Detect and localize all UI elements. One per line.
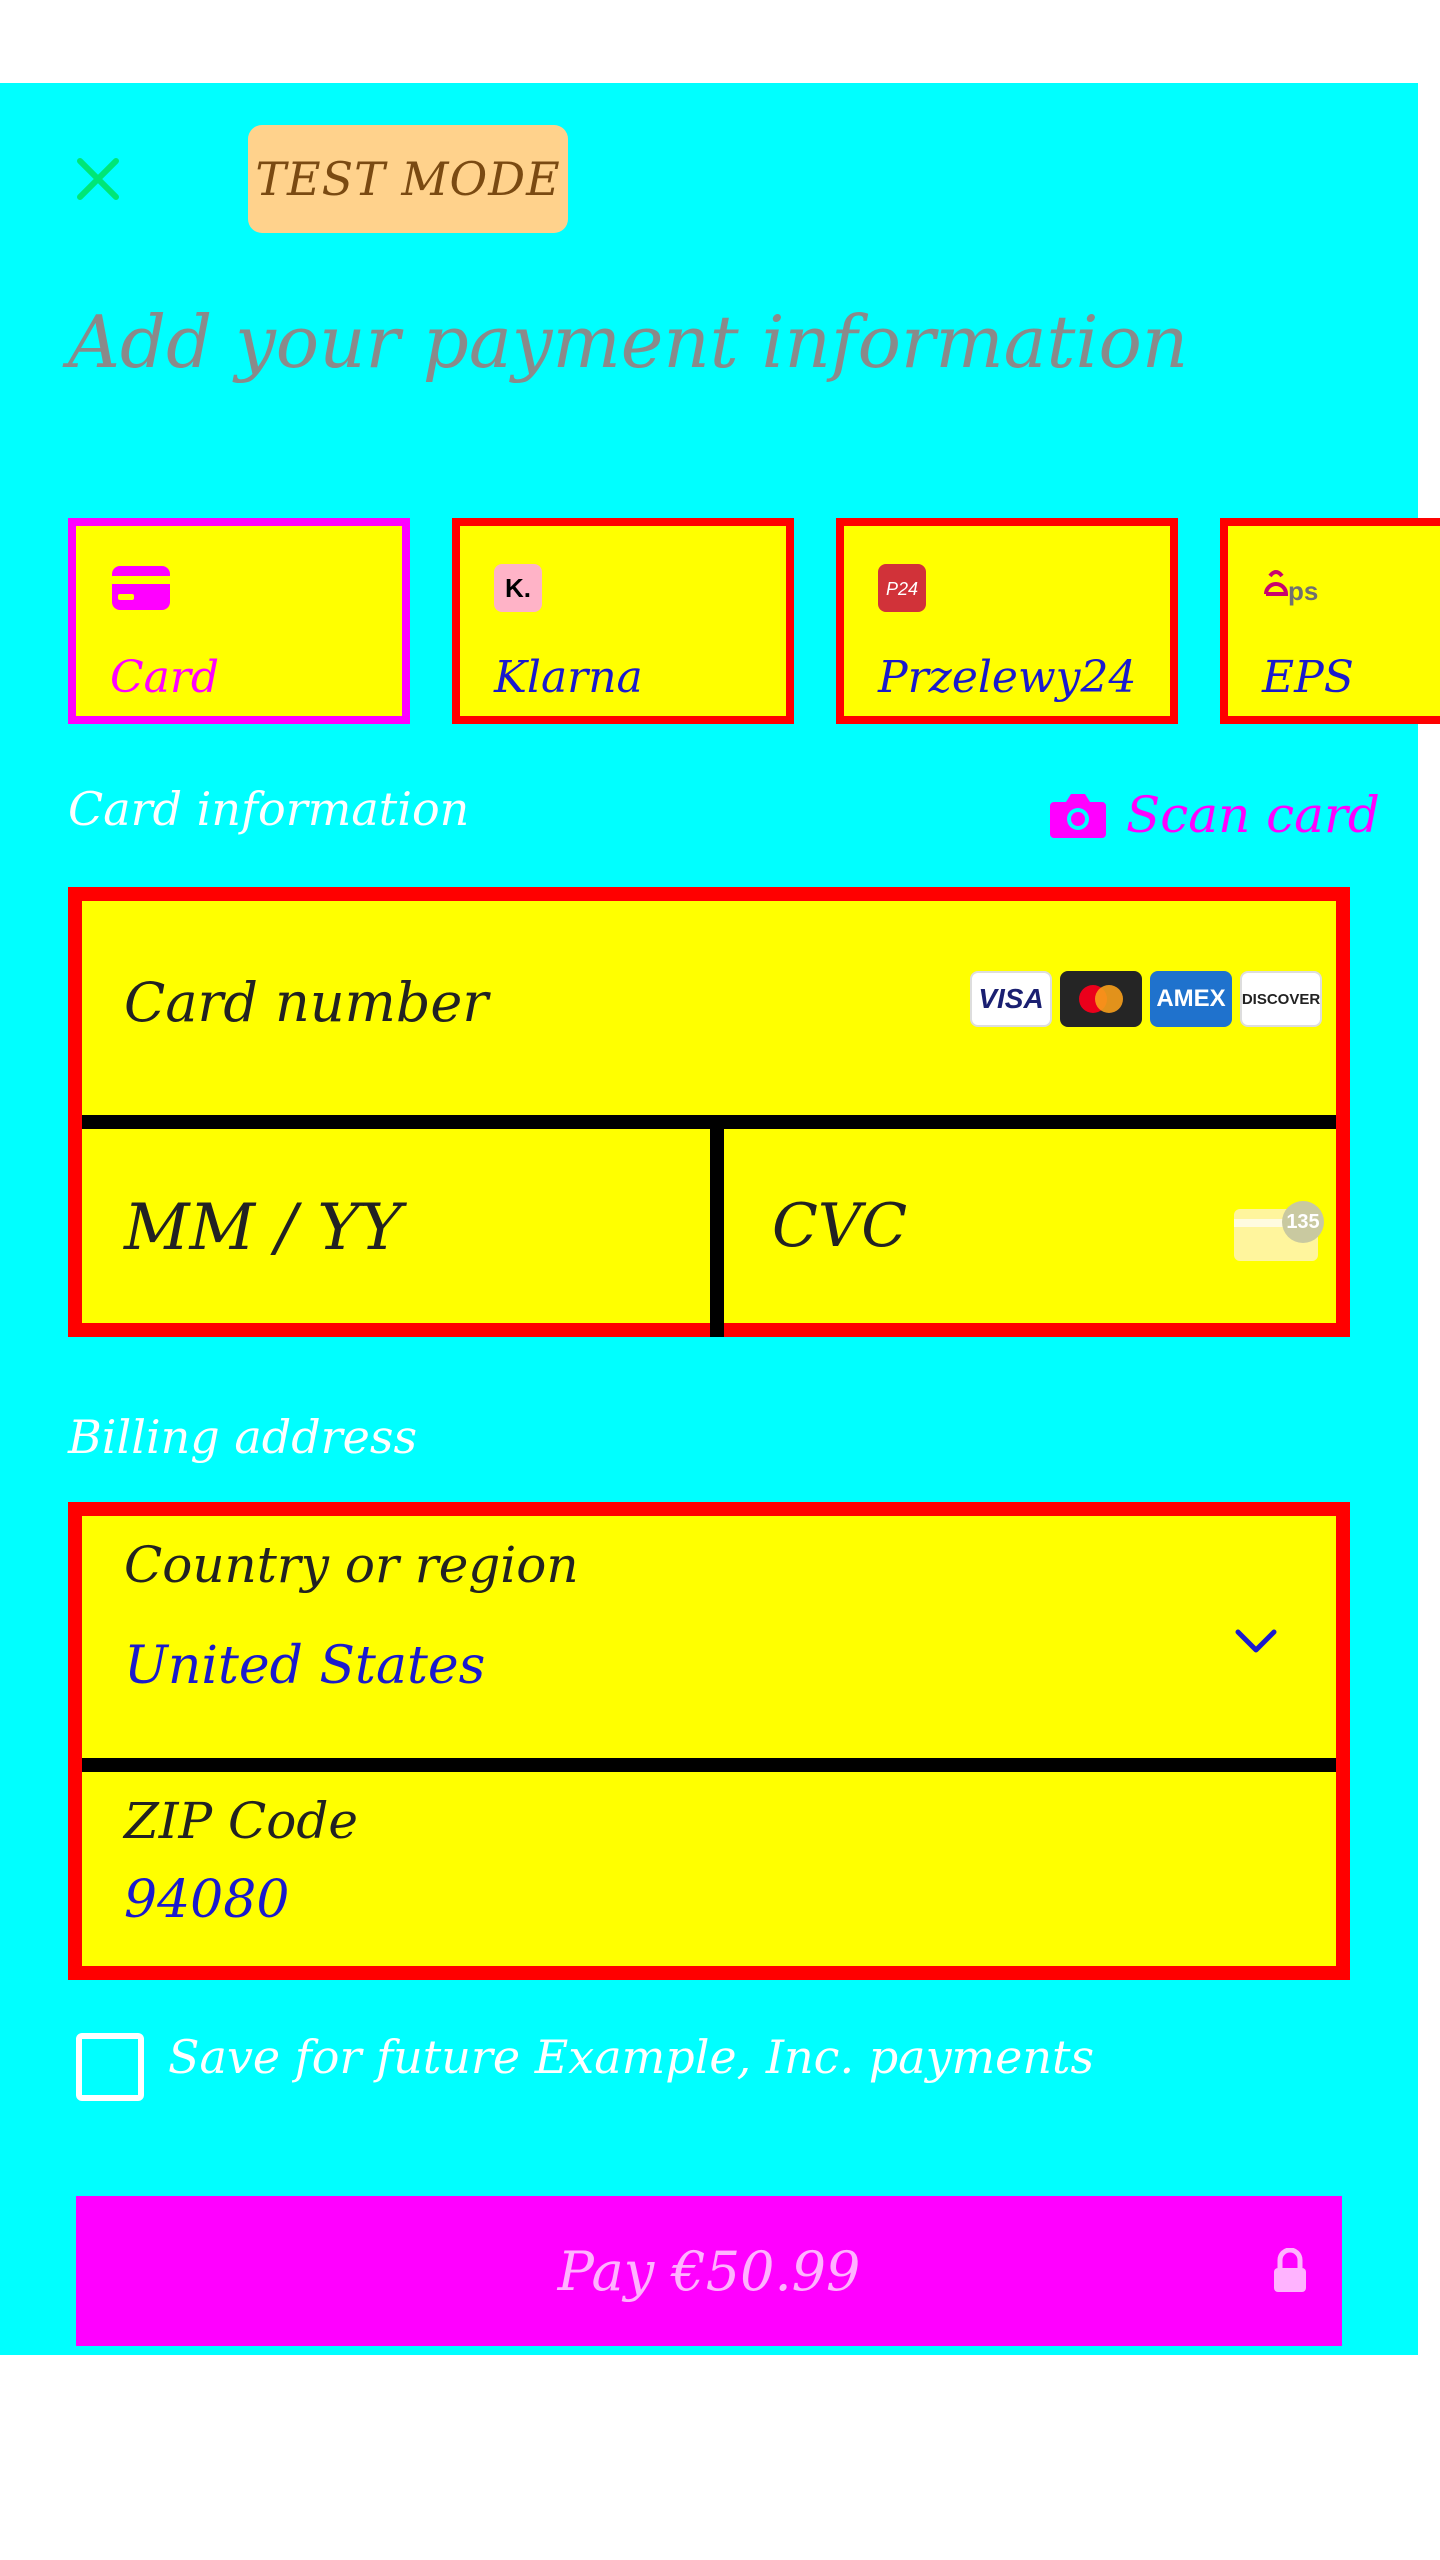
card-number-input[interactable]: Card number [124,971,824,1034]
close-button[interactable] [74,155,122,203]
save-payment-label: Save for future Example, Inc. payments [168,2030,1095,2084]
divider [82,1115,1336,1129]
discover-icon: DISCOVER [1240,971,1322,1027]
chevron-down-icon [1235,1629,1277,1653]
page-title: Add your payment information [68,300,1189,384]
klarna-logo: K. [494,564,542,612]
lock-icon [1274,2248,1306,2292]
cvc-card-icon: 135 [1234,1201,1330,1261]
billing-address-group: Country or region United States ZIP Code… [68,1502,1350,1980]
country-label: Country or region [124,1536,579,1594]
svg-text:ps: ps [1288,576,1318,606]
divider [710,1115,724,1337]
expiry-input[interactable]: MM / YY [124,1191,684,1265]
mastercard-icon [1060,971,1142,1027]
eps-logo: ps [1264,570,1318,606]
svg-text:P24: P24 [886,579,918,599]
country-value: United States [124,1636,486,1696]
tab-eps[interactable]: ps EPS [1220,518,1440,724]
svg-text:K.: K. [505,573,531,603]
credit-card-icon [112,566,170,610]
tab-eps-label: EPS [1262,652,1354,703]
zip-code-value: 94080 [124,1870,290,1930]
test-mode-badge: TEST MODE [248,125,568,233]
card-details-group: Card number VISA AMEX DISCOVER MM / YY C… [68,887,1350,1337]
scan-card-label: Scan card [1126,786,1380,844]
scan-card-button[interactable]: Scan card [1050,780,1380,850]
tab-klarna[interactable]: K. Klarna [452,518,794,724]
zip-code-field[interactable]: ZIP Code 94080 [82,1772,1336,1966]
camera-icon [1050,794,1106,838]
tab-card[interactable]: Card [68,518,410,724]
billing-address-label: Billing address [68,1410,418,1464]
tab-przelewy24[interactable]: P24 Przelewy24 [836,518,1178,724]
card-information-label: Card information [68,782,470,836]
divider [82,1758,1336,1772]
p24-logo: P24 [878,564,926,612]
tab-przelewy24-label: Przelewy24 [878,652,1137,703]
save-payment-checkbox[interactable] [76,2033,144,2101]
tab-card-label: Card [110,652,220,703]
amex-icon: AMEX [1150,971,1232,1027]
country-select[interactable]: Country or region United States [82,1516,1336,1758]
tab-klarna-label: Klarna [494,652,643,703]
visa-icon: VISA [970,971,1052,1027]
pay-button[interactable]: Pay €50.99 [76,2196,1342,2346]
cvc-input[interactable]: CVC [772,1191,1172,1261]
zip-code-label: ZIP Code [124,1792,358,1850]
pay-button-label: Pay €50.99 [557,2239,861,2303]
close-icon [77,158,119,200]
